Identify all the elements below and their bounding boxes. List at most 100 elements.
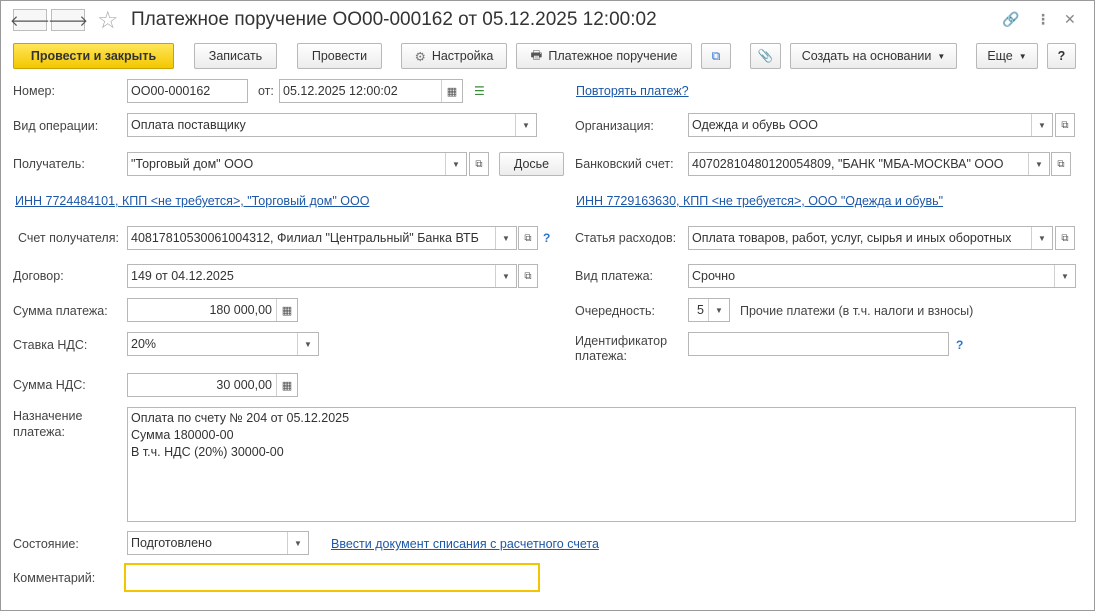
payment-id-label: Идентификатор (575, 334, 668, 348)
settings-button[interactable]: ⚙ Настройка (401, 43, 507, 69)
state-label: Состояние: (13, 537, 79, 551)
print-payment-order-button[interactable]: 🖶 Платежное поручение (516, 43, 692, 69)
write-off-document-link[interactable]: Ввести документ списания с расчетного сч… (331, 537, 599, 551)
amount-value: 180 000,00 (209, 303, 272, 317)
favorite-star-icon[interactable]: ☆ (97, 6, 119, 35)
date-field[interactable]: 05.12.2025 12:00:02 ▦ (279, 79, 463, 103)
printer-icon: 🖶 (530, 47, 543, 62)
state-select[interactable]: Подготовлено ▼ (127, 531, 309, 555)
contract-field[interactable]: 149 от 04.12.2025 ▼ (127, 264, 517, 288)
payment-type-label: Вид платежа: (575, 269, 654, 283)
dossier-button[interactable]: Досье (499, 152, 564, 176)
number-label: Номер: (13, 84, 55, 98)
open-expense-item-icon[interactable]: ⧉ (1055, 226, 1075, 250)
chevron-down-icon[interactable]: ▼ (1031, 227, 1052, 249)
chevron-down-icon[interactable]: ▼ (1031, 114, 1052, 136)
priority-value: 5 (697, 303, 704, 317)
link-icon[interactable]: 🔗 (1002, 11, 1019, 28)
gear-icon: ⚙ (414, 49, 426, 64)
chevron-down-icon[interactable]: ▼ (297, 333, 318, 355)
more-actions-label: Еще (987, 49, 1013, 63)
paperclip-icon: 📎 (757, 48, 774, 63)
more-actions-button[interactable]: Еще ▼ (976, 43, 1038, 69)
open-recipient-icon[interactable]: ⧉ (469, 152, 489, 176)
create-based-on-label: Создать на основании (801, 49, 932, 63)
chevron-down-icon[interactable]: ▼ (495, 227, 516, 249)
expense-item-value: Оплата товаров, работ, услуг, сырья и ин… (692, 231, 1012, 245)
operation-type-select[interactable]: Оплата поставщику ▼ (127, 113, 537, 137)
date-history-icon[interactable]: ☰ (474, 84, 485, 98)
priority-description: Прочие платежи (в т.ч. налоги и взносы) (740, 304, 974, 318)
chevron-down-icon[interactable]: ▼ (287, 532, 308, 554)
post-label: Провести (311, 49, 368, 63)
document-structure-button[interactable]: ⧉ (701, 43, 731, 69)
vat-amount-field[interactable]: 30 000,00 ▦ (127, 373, 298, 397)
help-question-icon[interactable]: ? (543, 231, 550, 245)
vat-rate-value: 20% (131, 337, 157, 351)
post-and-close-button[interactable]: Провести и закрыть (13, 43, 174, 69)
attachments-button[interactable]: 📎 (750, 43, 781, 69)
help-button[interactable]: ? (1047, 43, 1076, 69)
bank-account-value: 40702810480120054809, "БАНК "МБА-МОСКВА"… (692, 157, 1004, 171)
help-label: ? (1057, 49, 1066, 63)
payment-type-value: Срочно (692, 269, 736, 283)
save-button[interactable]: Записать (194, 43, 277, 69)
amount-label: Сумма платежа: (13, 304, 108, 318)
purpose-line: Сумма 180000-00 (131, 428, 234, 442)
chevron-down-icon[interactable]: ▼ (495, 265, 516, 287)
post-button[interactable]: Провести (297, 43, 382, 69)
comment-input[interactable] (124, 563, 540, 592)
comment-label: Комментарий: (13, 571, 96, 585)
open-organization-icon[interactable]: ⧉ (1055, 113, 1075, 137)
recipient-field[interactable]: "Торговый дом" ООО ▼ (127, 152, 467, 176)
chevron-down-icon[interactable]: ▼ (1028, 153, 1049, 175)
structure-icon: ⧉ (711, 48, 721, 63)
save-label: Записать (208, 49, 263, 63)
calculator-icon[interactable]: ▦ (276, 374, 297, 396)
date-label: от: (258, 84, 274, 98)
help-question-icon[interactable]: ? (956, 338, 963, 352)
organization-field[interactable]: Одежда и обувь ООО ▼ (688, 113, 1053, 137)
calendar-icon[interactable]: ▦ (441, 80, 462, 102)
chevron-down-icon[interactable]: ▼ (445, 153, 466, 175)
vat-rate-select[interactable]: 20% ▼ (127, 332, 319, 356)
priority-select[interactable]: 5 ▼ (688, 298, 730, 322)
open-contract-icon[interactable]: ⧉ (518, 264, 538, 288)
number-field[interactable]: ОО00-000162 (127, 79, 248, 103)
arrow-left-icon: 🡐 (9, 12, 51, 30)
create-based-on-button[interactable]: Создать на основании ▼ (790, 43, 957, 69)
forward-button[interactable]: 🡒 (47, 9, 89, 31)
organization-label: Организация: (575, 119, 654, 133)
open-bank-account-icon[interactable]: ⧉ (1051, 152, 1071, 176)
chevron-down-icon[interactable]: ▼ (515, 114, 536, 136)
back-button[interactable]: 🡐 (9, 9, 51, 31)
recipient-inn-link[interactable]: ИНН 7724484101, КПП <не требуется>, "Тор… (15, 194, 369, 208)
purpose-line: Оплата по счету № 204 от 05.12.2025 (131, 411, 350, 425)
more-vertical-icon[interactable]: ⋮ (1036, 11, 1050, 28)
expense-item-field[interactable]: Оплата товаров, работ, услуг, сырья и ин… (688, 226, 1053, 250)
chevron-down-icon: ▼ (1018, 51, 1027, 61)
organization-inn-link[interactable]: ИНН 7729163630, КПП <не требуется>, ООО … (576, 194, 943, 208)
amount-field[interactable]: 180 000,00 ▦ (127, 298, 298, 322)
payment-type-select[interactable]: Срочно ▼ (688, 264, 1076, 288)
close-icon[interactable]: ✕ (1064, 11, 1076, 28)
arrow-right-icon: 🡒 (47, 12, 89, 30)
recipient-account-value: 40817810530061004312, Филиал "Центральны… (131, 231, 479, 245)
chevron-down-icon[interactable]: ▼ (708, 299, 729, 321)
vat-rate-label: Ставка НДС: (13, 338, 88, 352)
vat-amount-label: Сумма НДС: (13, 378, 86, 392)
calculator-icon[interactable]: ▦ (276, 299, 297, 321)
recipient-account-field[interactable]: 40817810530061004312, Филиал "Центральны… (127, 226, 517, 250)
chevron-down-icon[interactable]: ▼ (1054, 265, 1075, 287)
recipient-value: "Торговый дом" ООО (131, 157, 254, 171)
bank-account-field[interactable]: 40702810480120054809, "БАНК "МБА-МОСКВА"… (688, 152, 1050, 176)
purpose-label: Назначение (13, 409, 83, 423)
state-value: Подготовлено (131, 536, 212, 550)
payment-id-input[interactable] (688, 332, 949, 356)
contract-value: 149 от 04.12.2025 (131, 269, 234, 283)
operation-type-value: Оплата поставщику (131, 118, 246, 132)
open-recipient-account-icon[interactable]: ⧉ (518, 226, 538, 250)
window-title: Платежное поручение ОО00-000162 от 05.12… (131, 9, 657, 30)
repeat-payment-link[interactable]: Повторять платеж? (576, 84, 689, 98)
payment-purpose-textarea[interactable]: Оплата по счету № 204 от 05.12.2025 Сумм… (127, 407, 1076, 522)
